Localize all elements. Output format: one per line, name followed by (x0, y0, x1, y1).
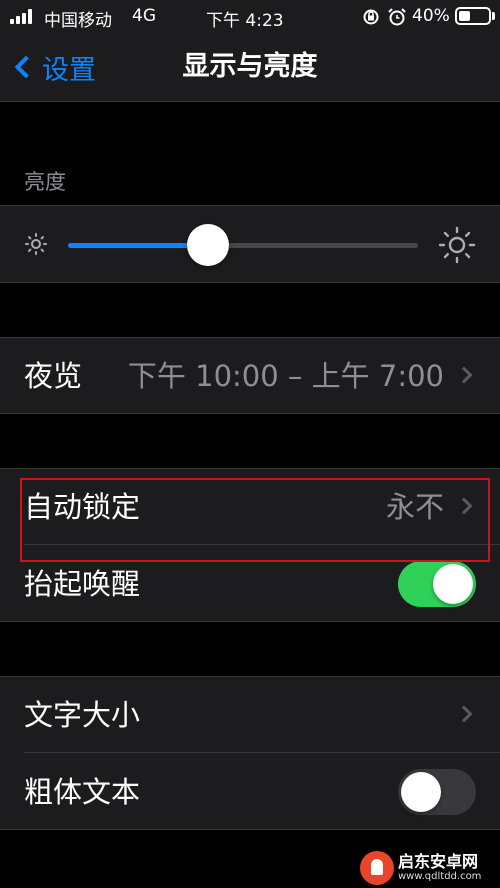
row-divider (24, 752, 500, 753)
watermark-url: www.qdltdd.com (398, 871, 482, 882)
text-size-row[interactable]: 文字大小 (0, 677, 500, 753)
brightness-slider[interactable] (68, 224, 418, 266)
raise-to-wake-toggle[interactable] (398, 561, 476, 607)
status-time: 下午 4:23 (206, 11, 284, 31)
alarm-icon (388, 8, 406, 26)
night-shift-value: 下午 10:00 – 上午 7:00 (127, 359, 444, 393)
watermark: 启东安卓网 www.qdltdd.com (360, 850, 481, 886)
bold-text-toggle[interactable] (398, 769, 476, 815)
chevron-right-icon (455, 366, 473, 384)
chevron-right-icon (455, 497, 473, 515)
raise-to-wake-row: 抬起唤醒 (0, 546, 500, 622)
toggle-knob (401, 772, 441, 812)
battery-icon (455, 7, 491, 25)
night-shift-row[interactable]: 夜览 下午 10:00 – 上午 7:00 (0, 338, 500, 414)
bold-text-label: 粗体文本 (24, 775, 141, 809)
brightness-slider-thumb[interactable] (187, 224, 229, 266)
text-group: 文字大小 粗体文本 (0, 676, 500, 830)
network-type: 4G (132, 6, 156, 26)
battery-level (459, 11, 470, 21)
toggle-knob (433, 564, 473, 604)
navigation-bar: 设置 显示与亮度 (0, 34, 500, 102)
bold-text-row: 粗体文本 (0, 754, 500, 830)
auto-lock-label: 自动锁定 (24, 490, 141, 524)
page-title: 显示与亮度 (182, 51, 318, 82)
lock-group: 自动锁定 永不 抬起唤醒 (0, 468, 500, 622)
signal-icon (10, 8, 36, 24)
chevron-right-icon (455, 705, 473, 723)
night-shift-label: 夜览 (24, 359, 83, 393)
sun-large-icon (438, 226, 476, 264)
status-bar: 中国移动 4G 下午 4:23 40% (0, 0, 500, 34)
brightness-header: 亮度 (24, 170, 66, 194)
raise-to-wake-label: 抬起唤醒 (24, 567, 141, 601)
text-size-label: 文字大小 (24, 698, 141, 732)
night-shift-group: 夜览 下午 10:00 – 上午 7:00 (0, 337, 500, 414)
auto-lock-row[interactable]: 自动锁定 永不 (0, 469, 500, 545)
watermark-title: 启东安卓网 (398, 852, 479, 871)
brightness-group (0, 205, 500, 283)
sun-small-icon (25, 233, 47, 255)
battery-tip (492, 12, 495, 20)
watermark-logo-icon (360, 851, 394, 885)
row-divider (24, 544, 500, 545)
orientation-lock-icon (363, 9, 379, 25)
carrier-name: 中国移动 (44, 11, 112, 31)
battery-percent: 40% (412, 6, 450, 26)
auto-lock-value: 永不 (385, 490, 444, 524)
